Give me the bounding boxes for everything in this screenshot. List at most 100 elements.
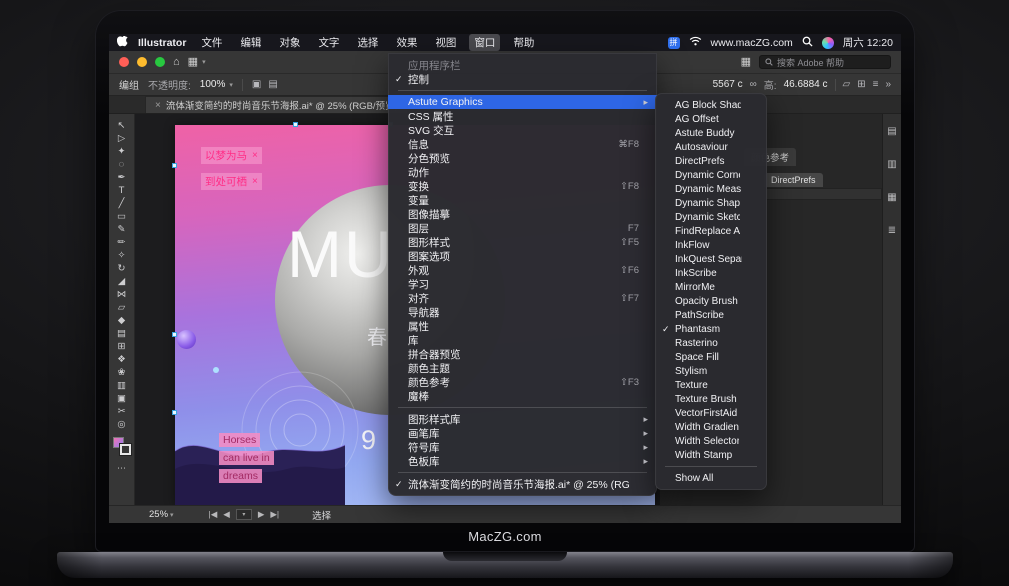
menubar-menu[interactable]: 文字 <box>313 34 344 51</box>
style-options-icon[interactable]: ▣ <box>252 79 261 90</box>
astute-submenu-item[interactable]: InkQuest Separations <box>655 252 767 266</box>
astute-submenu-item[interactable]: FindReplace Art <box>655 224 767 238</box>
window-menu-item[interactable]: 拼合器预览 <box>388 347 657 361</box>
width-tool[interactable]: ⋈ <box>112 288 132 301</box>
window-menu-item[interactable]: 色板库▸ <box>388 454 657 468</box>
astute-submenu-item[interactable]: VectorFirstAid <box>655 406 767 420</box>
artboard-prev-button[interactable]: ◀ <box>223 509 230 520</box>
menubar-menu[interactable]: 窗口 <box>469 34 500 51</box>
astute-submenu-item[interactable]: Texture <box>655 378 767 392</box>
window-menu-item[interactable]: 魔棒 <box>388 389 657 403</box>
arrange-documents-button[interactable]: ▦ <box>188 57 198 68</box>
artboard-tool[interactable]: ▣ <box>112 392 132 405</box>
astute-submenu-item[interactable]: Width Selector <box>655 434 767 448</box>
window-menu-item[interactable]: 图像描摹 <box>388 207 657 221</box>
astute-submenu-item[interactable]: Astute Buddy <box>655 126 767 140</box>
window-menu-item[interactable]: ✓流体渐变简约的时尚音乐节海报.ai* @ 25% (RGB/预览) <box>388 477 657 491</box>
transform-panel-icon[interactable]: ▱ <box>843 79 851 90</box>
window-menu-item-active[interactable]: Astute Graphics▸ <box>388 95 657 109</box>
window-menu-item[interactable]: 图案选项 <box>388 249 657 263</box>
window-menu-item[interactable]: 图形样式库▸ <box>388 412 657 426</box>
astute-submenu-item[interactable]: Width Stamp <box>655 448 767 462</box>
zoom-level-dropdown[interactable]: 25% <box>149 509 168 520</box>
astute-submenu-item[interactable]: PathScribe <box>655 308 767 322</box>
symbol-sprayer-tool[interactable]: ❀ <box>112 366 132 379</box>
app-menu-title[interactable]: Illustrator <box>138 37 186 49</box>
pencil-tool[interactable]: ✏ <box>112 236 132 249</box>
shaper-tool[interactable]: ✧ <box>112 249 132 262</box>
rectangle-tool[interactable]: ▭ <box>112 210 132 223</box>
selection-handle[interactable] <box>172 163 177 168</box>
menubar-menu[interactable]: 对象 <box>274 34 305 51</box>
libraries-panel-icon[interactable]: ▦ <box>887 192 896 203</box>
document-setup-icon[interactable]: ▤ <box>268 79 277 90</box>
window-menu-item[interactable]: ✓控制 <box>388 72 657 86</box>
astute-submenu-item[interactable]: AG Block Shadow <box>655 98 767 112</box>
selection-tool[interactable]: ↖ <box>112 119 132 132</box>
astute-submenu-item[interactable]: Texture Brush <box>655 392 767 406</box>
workspace-switcher-icon[interactable]: ▦ <box>741 57 751 68</box>
collapse-panels-icon[interactable]: » <box>885 79 891 90</box>
graph-tool[interactable]: ▥ <box>112 379 132 392</box>
fill-stroke-swatches[interactable] <box>113 437 131 455</box>
window-menu-item[interactable]: 外观⇧F6 <box>388 263 657 277</box>
height-value-field[interactable]: 46.6884 c <box>784 79 828 90</box>
panel-menu-icon[interactable]: ≡ <box>873 79 879 90</box>
astute-submenu-item[interactable]: InkScribe <box>655 266 767 280</box>
menubar-menu[interactable]: 效果 <box>391 34 422 51</box>
window-menu-item[interactable]: 颜色参考⇧F3 <box>388 375 657 389</box>
astute-submenu-item[interactable]: Space Fill <box>655 350 767 364</box>
astute-submenu-item[interactable]: ✓Phantasm <box>655 322 767 336</box>
link-dimensions-icon[interactable]: ∞ <box>750 79 757 90</box>
window-menu-item[interactable]: SVG 交互 <box>388 123 657 137</box>
astute-submenu-item[interactable]: Dynamic Corners <box>655 168 767 182</box>
wifi-icon[interactable] <box>689 36 702 49</box>
selection-handle[interactable] <box>172 332 177 337</box>
selection-handle[interactable] <box>172 410 177 415</box>
astute-submenu-item[interactable]: InkFlow <box>655 238 767 252</box>
scale-tool[interactable]: ◢ <box>112 275 132 288</box>
astute-submenu-item[interactable]: Show All <box>655 471 767 485</box>
paintbrush-tool[interactable]: ✎ <box>112 223 132 236</box>
properties-panel-icon[interactable]: ▤ <box>887 126 896 137</box>
astute-submenu-item[interactable]: Dynamic Shapes <box>655 196 767 210</box>
window-menu-item[interactable]: 变换⇧F8 <box>388 179 657 193</box>
menubar-menu[interactable]: 文件 <box>196 34 227 51</box>
menubar-menu[interactable]: 选择 <box>352 34 383 51</box>
tab-close-icon[interactable]: × <box>155 100 161 111</box>
apple-menu-icon[interactable] <box>117 36 128 49</box>
pen-tool[interactable]: ✒ <box>112 171 132 184</box>
menubar-menu[interactable]: 编辑 <box>235 34 266 51</box>
artboard-first-button[interactable]: |◀ <box>209 509 218 520</box>
astute-submenu-item[interactable]: Stylism <box>655 364 767 378</box>
window-menu-item[interactable]: 图形样式⇧F5 <box>388 235 657 249</box>
artboard-last-button[interactable]: ▶| <box>270 509 279 520</box>
magic-wand-tool[interactable]: ✦ <box>112 145 132 158</box>
free-transform-tool[interactable]: ▱ <box>112 301 132 314</box>
help-search-field[interactable]: 搜索 Adobe 帮助 <box>759 55 891 69</box>
line-segment-tool[interactable]: ╱ <box>112 197 132 210</box>
rotate-tool[interactable]: ↻ <box>112 262 132 275</box>
window-menu-item[interactable]: 信息⌘F8 <box>388 137 657 151</box>
astute-submenu-item[interactable]: Autosaviour <box>655 140 767 154</box>
astute-submenu-item[interactable]: Rasterino <box>655 336 767 350</box>
artboard-number-dropdown[interactable]: ▾ <box>236 509 252 520</box>
mesh-tool[interactable]: ⊞ <box>112 340 132 353</box>
window-menu-item[interactable]: 图层F7 <box>388 221 657 235</box>
window-menu-item[interactable]: 属性 <box>388 319 657 333</box>
width-value-field[interactable]: 5567 c <box>713 79 743 90</box>
blend-tool[interactable]: ❖ <box>112 353 132 366</box>
astute-submenu-item[interactable]: Dynamic Sketch <box>655 210 767 224</box>
window-zoom-button[interactable] <box>155 57 165 67</box>
lasso-tool[interactable]: ◌ <box>112 158 132 171</box>
gradient-tool[interactable]: ▤ <box>112 327 132 340</box>
window-menu-item[interactable]: 变量 <box>388 193 657 207</box>
slice-tool[interactable]: ✂ <box>112 405 132 418</box>
eyedropper-tool[interactable]: ◆ <box>112 314 132 327</box>
directprefs-panel-tab[interactable]: DirectPrefs <box>764 173 823 187</box>
window-menu-item[interactable]: 动作 <box>388 165 657 179</box>
astute-submenu-item[interactable]: Width Gradient <box>655 420 767 434</box>
window-menu-item[interactable]: 学习 <box>388 277 657 291</box>
astute-submenu-item[interactable]: AG Offset <box>655 112 767 126</box>
input-method-icon[interactable]: 拼 <box>668 37 680 49</box>
